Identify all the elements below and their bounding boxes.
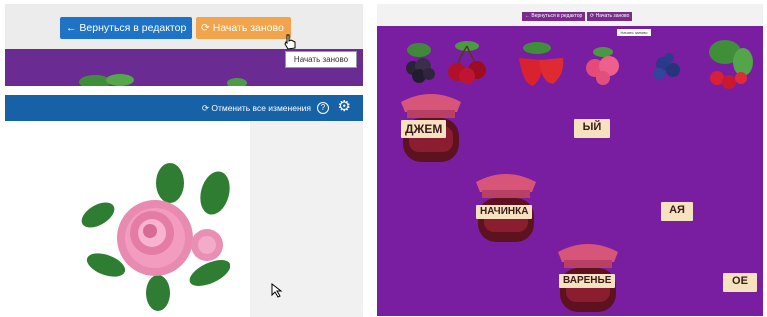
arrow-left-icon: ← xyxy=(66,22,77,34)
restart-icon: ⟳ xyxy=(201,22,210,34)
wild-strawberry-icon xyxy=(709,40,753,89)
game-panel: ← Вернуться в редактор ⟳ Начать заново Н… xyxy=(377,4,763,316)
blackberry-icon xyxy=(406,43,435,83)
game-back-button[interactable]: ← Вернуться в редактор xyxy=(522,12,586,21)
ending-card[interactable]: АЯ xyxy=(661,202,693,221)
blueberry-icon xyxy=(653,53,680,80)
question-circle-icon[interactable]: ? xyxy=(317,102,329,114)
ending-card[interactable]: ОЕ xyxy=(723,273,757,292)
game-restart-label: Начать заново xyxy=(595,13,630,19)
editor-panel: ⟳ Отменить все изменения ? ⚙ xyxy=(5,95,363,317)
game-back-label: Вернуться в редактор xyxy=(531,13,583,19)
undo-all-button[interactable]: ⟳ Отменить все изменения xyxy=(202,95,311,121)
leaf-image xyxy=(227,78,247,86)
restart-tooltip: Начать заново xyxy=(285,51,357,68)
undo-all-label: Отменить все изменения xyxy=(211,103,311,113)
back-to-editor-label: Вернуться в редактор xyxy=(79,22,187,34)
preview-panel: ← Вернуться в редактор ⟳ Начать заново Н… xyxy=(5,4,363,86)
jar-label-jam[interactable]: ДЖЕМ xyxy=(401,120,447,138)
jar-label-preserve[interactable]: ВАРЕНЬЕ xyxy=(559,274,616,288)
restart-icon: ⟳ xyxy=(590,13,595,19)
arrow-left-icon: ← xyxy=(525,13,530,19)
gear-icon[interactable]: ⚙ xyxy=(338,98,351,116)
undo-icon: ⟳ xyxy=(201,103,209,113)
game-restart-button[interactable]: ⟳ Начать заново xyxy=(587,12,633,21)
berries-row xyxy=(406,40,753,89)
strawberry-icon xyxy=(519,42,564,86)
restart-label: Начать заново xyxy=(212,22,284,34)
berry-leaves-image xyxy=(79,74,134,86)
ending-card[interactable]: ЫЙ xyxy=(574,119,610,138)
back-to-editor-button[interactable]: ← Вернуться в редактор xyxy=(60,17,192,39)
editor-side-area xyxy=(250,121,363,317)
hand-cursor-icon xyxy=(284,34,296,50)
jar-label-filling[interactable]: НАЧИНКА xyxy=(476,205,533,219)
raspberry-icon xyxy=(586,47,619,85)
rose-image[interactable] xyxy=(70,153,230,313)
arrow-cursor-icon xyxy=(271,283,283,298)
restart-button[interactable]: ⟳ Начать заново xyxy=(196,17,291,39)
game-restart-tooltip: Начать заново xyxy=(617,29,651,36)
cherry-icon xyxy=(448,41,486,84)
